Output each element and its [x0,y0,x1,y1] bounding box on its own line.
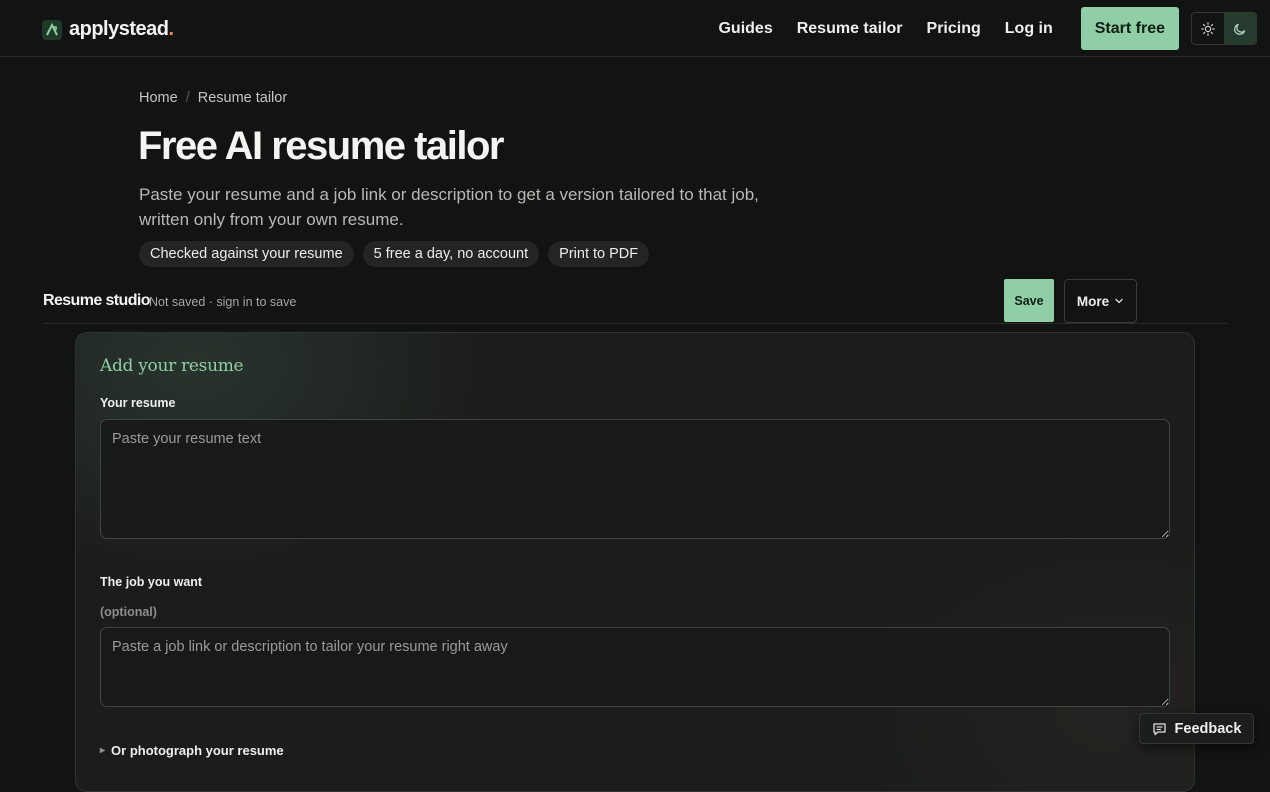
light-theme-button[interactable] [1192,13,1224,44]
brand-dot: . [168,18,174,40]
feature-pill: 5 free a day, no account [362,241,540,267]
dark-theme-button[interactable] [1224,13,1256,44]
chevron-down-icon [1115,298,1123,304]
more-menu-button[interactable]: More [1064,279,1137,323]
save-status: Not saved · sign in to save [149,295,297,309]
job-field-optional-note: (optional) [100,605,157,619]
studio-toolbar: Resume studio Not saved · sign in to sav… [43,279,1227,324]
nav-resume-tailor[interactable]: Resume tailor [797,20,903,38]
chevron-right-icon: ▸ [100,745,106,756]
nav-pricing[interactable]: Pricing [927,20,981,38]
logo-icon [42,19,62,40]
feature-pill: Print to PDF [548,241,650,267]
add-resume-card: Add your resume Your resume The job you … [75,332,1195,792]
nav-log-in[interactable]: Log in [1005,20,1053,38]
breadcrumb-separator: / [185,90,190,106]
page-title: Free AI resume tailor [138,124,504,168]
message-icon [1152,722,1166,735]
card-title: Add your resume [100,356,244,376]
start-free-button[interactable]: Start free [1080,7,1179,50]
brand-logo[interactable]: applystead. [42,18,174,41]
job-textarea[interactable] [100,627,1170,707]
feature-pill: Checked against your resume [139,241,354,267]
resume-textarea[interactable] [100,419,1170,539]
top-navbar: applystead. Guides Resume tailor Pricing… [0,0,1270,57]
photograph-resume-label: Or photograph your resume [111,743,284,758]
main-nav: Guides Resume tailor Pricing Log in Star… [718,0,1270,57]
breadcrumb-current: Resume tailor [197,90,288,106]
breadcrumb-home[interactable]: Home [139,90,178,106]
sun-icon [1201,21,1215,36]
breadcrumb: Home / Resume tailor [139,90,287,106]
feature-pills: Checked against your resume 5 free a day… [139,241,650,267]
moon-icon [1234,23,1246,35]
more-label: More [1076,293,1110,309]
brand-name: applystead. [69,18,174,40]
save-button[interactable]: Save [1004,279,1054,322]
theme-toggle [1191,12,1257,45]
nav-guides[interactable]: Guides [718,20,772,38]
job-field-label: The job you want [100,575,203,589]
photograph-resume-toggle[interactable]: ▸ Or photograph your resume [100,743,284,758]
page-subtitle: Paste your resume and a job link or desc… [139,185,759,229]
resume-field-label: Your resume [100,396,176,410]
feedback-label: Feedback [1174,720,1242,737]
feedback-button[interactable]: Feedback [1139,713,1254,744]
studio-title: Resume studio [43,292,150,309]
